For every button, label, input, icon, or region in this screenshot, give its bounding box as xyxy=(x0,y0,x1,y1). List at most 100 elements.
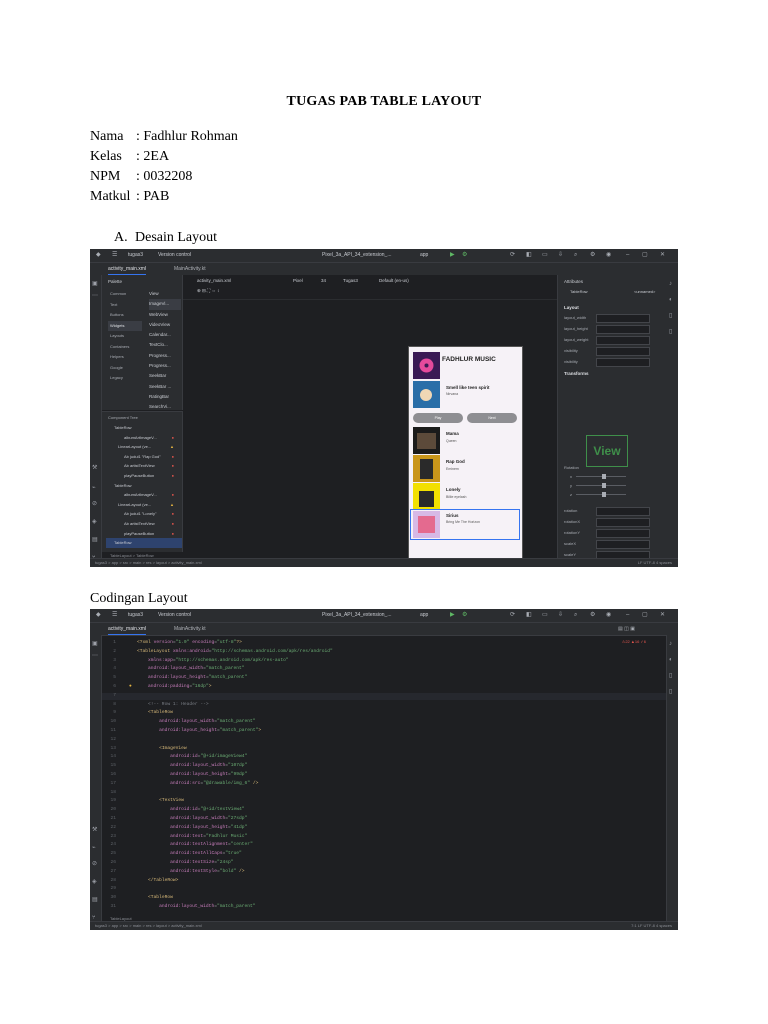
palette-item[interactable]: SeekBar ... xyxy=(149,382,181,392)
theme-selector[interactable]: Tugas3 xyxy=(343,278,358,283)
line-number[interactable]: 18 xyxy=(104,790,116,795)
slider-knob[interactable] xyxy=(602,492,606,497)
component-tree-row[interactable]: TableRow xyxy=(106,538,182,548)
error-icon[interactable]: ● xyxy=(172,529,174,539)
palette-category[interactable]: Containers xyxy=(108,342,142,353)
code-line[interactable]: 6 android:padding="16dp"> ● xyxy=(102,684,666,691)
account-icon[interactable]: ◉ xyxy=(606,612,611,618)
attr-field[interactable] xyxy=(596,358,650,367)
code-line[interactable]: 28 </TableRow> xyxy=(102,878,666,885)
palette-item[interactable]: ImageVi... xyxy=(149,299,181,310)
maximize-icon[interactable]: ▢ xyxy=(642,612,648,618)
component-tree-row[interactable]: LinearLayout (ve... ▲ xyxy=(106,500,182,510)
sdk-manager-icon[interactable]: ⇩ xyxy=(558,612,563,618)
component-tree-row[interactable]: Ab judul1 "Rap God" ● xyxy=(106,452,182,462)
tab-main-activity[interactable]: MainActivity.kt xyxy=(174,626,206,632)
app-inspection-icon[interactable]: ◈ xyxy=(92,519,97,525)
slider-knob[interactable] xyxy=(602,483,606,488)
palette-category[interactable]: Legacy xyxy=(108,373,142,384)
device-preview-selector[interactable]: Pixel xyxy=(293,278,303,283)
run-config-selector[interactable]: app xyxy=(420,612,428,618)
phone-preview[interactable]: FADHLUR MUSIC Smell like teen spirit Nir… xyxy=(408,346,523,559)
code-line[interactable]: 30 <TableRow xyxy=(102,895,666,902)
settings-icon[interactable]: ⚙ xyxy=(590,252,595,258)
palette-item[interactable]: Calendar... xyxy=(149,330,181,340)
code-line[interactable]: 10 android:layout_width="match_parent" xyxy=(102,719,666,726)
rotation-y-slider[interactable] xyxy=(576,483,626,488)
code-line[interactable]: 31 android:layout_width="match_parent" xyxy=(102,904,666,911)
line-number[interactable]: 31 xyxy=(104,904,116,909)
line-number[interactable]: 24 xyxy=(104,842,116,847)
code-line[interactable]: 29 xyxy=(102,886,666,893)
code-line[interactable]: 3 xmlns:app="http://schemas.android.com/… xyxy=(102,658,666,665)
error-icon[interactable]: ● xyxy=(172,461,174,471)
run-icon[interactable]: ▶ xyxy=(450,612,455,618)
line-number[interactable]: 29 xyxy=(104,886,116,891)
slider-knob[interactable] xyxy=(602,474,606,479)
design-canvas[interactable]: activity_main.xml Pixel 34 Tugas3 Defaul… xyxy=(183,275,638,559)
error-icon[interactable]: ● xyxy=(172,433,174,443)
code-line[interactable]: 2 <TableLayout xmlns:android="http://sche… xyxy=(102,649,666,656)
line-number[interactable]: 14 xyxy=(104,754,116,759)
warning-icon[interactable]: ▲ xyxy=(170,442,174,452)
palette-item[interactable]: Progress... xyxy=(149,351,181,361)
debug-icon[interactable]: ⚙ xyxy=(462,252,467,258)
minimize-icon[interactable]: – xyxy=(626,612,629,618)
vcs-selector[interactable]: Version control xyxy=(158,252,191,258)
device-selector[interactable]: Pixel_3a_API_34_extension_... xyxy=(322,252,392,258)
palette-item[interactable]: WebView xyxy=(149,310,181,320)
line-number[interactable]: 17 xyxy=(104,781,116,786)
more-icon[interactable]: ⋯ xyxy=(92,293,98,299)
line-number[interactable]: 10 xyxy=(104,719,116,724)
intention-bulb-icon[interactable]: ● xyxy=(129,684,132,689)
warning-icon[interactable]: ▲ xyxy=(170,500,174,510)
palette-item[interactable]: TextClo... xyxy=(149,340,181,350)
line-number[interactable]: 4 xyxy=(104,666,116,671)
line-number[interactable]: 30 xyxy=(104,895,116,900)
attr-field[interactable] xyxy=(596,529,650,538)
palette-category[interactable]: Widgets xyxy=(108,320,142,331)
attr-field[interactable] xyxy=(596,518,650,527)
line-number[interactable]: 27 xyxy=(104,869,116,874)
view-mode-icon[interactable]: ▤ ◫ ▣ xyxy=(618,626,635,632)
line-number[interactable]: 13 xyxy=(104,746,116,751)
layout-section-title[interactable]: Layout xyxy=(564,305,579,310)
terminal-icon[interactable]: ▤ xyxy=(92,537,98,543)
code-line[interactable]: 11 android:layout_height="match_parent"> xyxy=(102,728,666,735)
palette-category[interactable]: Common xyxy=(108,289,142,300)
line-number[interactable]: 12 xyxy=(104,737,116,742)
search-icon[interactable]: ⌕ xyxy=(574,612,577,618)
api-level-selector[interactable]: 34 xyxy=(321,278,326,283)
device-manager-icon[interactable]: ▭ xyxy=(542,612,548,618)
component-tree-row[interactable]: playPauseButton ● xyxy=(106,471,182,481)
more-icon[interactable]: ⋯ xyxy=(92,653,98,659)
notifications-icon[interactable]: ♪ xyxy=(669,641,672,647)
tab-activity-main[interactable]: activity_main.xml xyxy=(108,626,147,635)
sync-icon[interactable]: ⟳ xyxy=(510,612,515,618)
project-selector[interactable]: tugas3 xyxy=(128,252,143,258)
code-line[interactable]: 4 android:layout_width="match_parent" xyxy=(102,666,666,673)
attr-field[interactable] xyxy=(596,336,650,345)
palette-item[interactable]: RatingBar xyxy=(149,392,181,402)
logcat-icon[interactable]: ⌁ xyxy=(92,845,96,851)
component-tree-row[interactable]: Ab judul1 "Lonely" ● xyxy=(106,509,182,519)
code-line[interactable]: 24 android:textAlignment="center" xyxy=(102,842,666,849)
code-line[interactable]: 16 android:layout_height="99dp" xyxy=(102,772,666,779)
palette-item[interactable]: View xyxy=(149,289,181,299)
error-icon[interactable]: ● xyxy=(172,490,174,500)
project-icon[interactable]: ▣ xyxy=(92,281,98,287)
palette-item[interactable]: VideoView xyxy=(149,320,181,330)
line-number[interactable]: 25 xyxy=(104,851,116,856)
component-tree-row[interactable]: albumArtImageV... ● xyxy=(106,490,182,500)
device-manager-icon[interactable]: ▭ xyxy=(542,252,548,258)
line-number[interactable]: 11 xyxy=(104,728,116,733)
line-number[interactable]: 2 xyxy=(104,649,116,654)
line-number[interactable]: 15 xyxy=(104,763,116,768)
palette-item[interactable]: SeekBar xyxy=(149,371,181,381)
line-number[interactable]: 26 xyxy=(104,860,116,865)
component-tree-row[interactable]: LinearLayout (ve... ▲ xyxy=(106,442,182,452)
line-number[interactable]: 28 xyxy=(104,878,116,883)
project-icon[interactable]: ▣ xyxy=(92,641,98,647)
next-button[interactable]: Next xyxy=(467,413,517,423)
file-encoding-info[interactable]: 7:1 LF UTF-8 4 spaces xyxy=(631,923,672,928)
